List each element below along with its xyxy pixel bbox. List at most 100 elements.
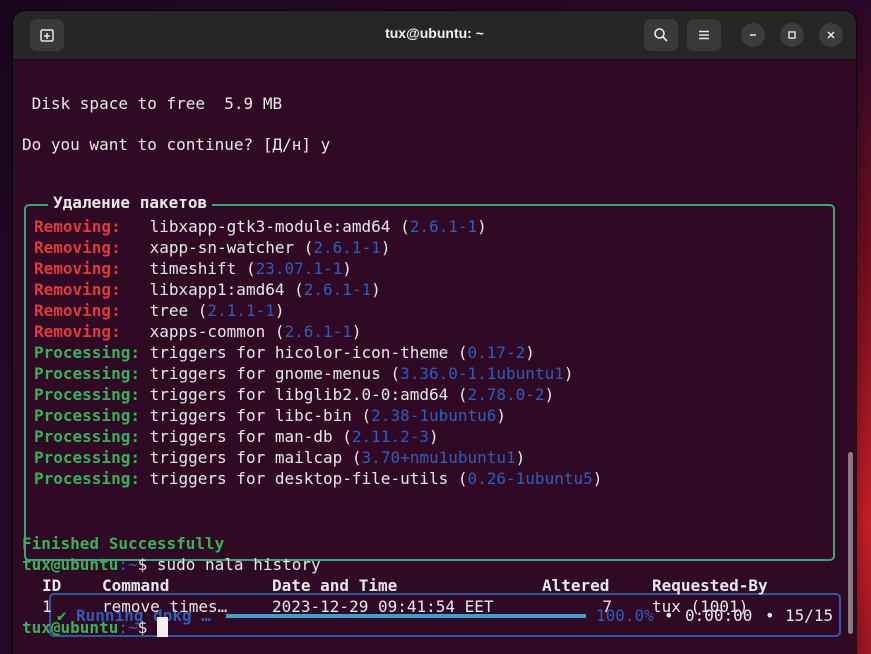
terminal-output[interactable]: Disk space to free 5.9 MB Do you want to… <box>13 60 856 654</box>
history-column-header: Altered <box>542 576 610 595</box>
package-name: xapps-common <box>149 322 266 341</box>
removal-line: Removing: xapp-sn-watcher (2.6.1-1) <box>34 238 391 257</box>
processing-label: Processing: <box>34 427 140 446</box>
removal-line: Removing: timeshift (23.07.1-1) <box>34 259 352 278</box>
package-name: desktop-file-utils <box>274 469 449 488</box>
active-prompt-line[interactable]: tux@ubuntu:~$ <box>22 617 168 638</box>
progress-count: 15/15 <box>785 606 834 625</box>
package-version: 2.11.2-3 <box>351 427 429 446</box>
prompt-symbol: $ <box>137 618 148 637</box>
history-cell: 1 <box>42 597 52 616</box>
package-version: 2.6.1-1 <box>409 217 478 236</box>
package-version: 0.17-2 <box>467 343 526 362</box>
minimize-button[interactable] <box>741 23 765 47</box>
package-name: libc-bin <box>274 406 352 425</box>
maximize-button[interactable] <box>780 23 804 47</box>
menu-button[interactable] <box>687 19 721 51</box>
processing-line: Processing: triggers for libc-bin (2.38-… <box>34 406 507 425</box>
removing-label: Removing: <box>34 238 121 257</box>
package-name: libglib2.0-0:amd64 <box>274 385 449 404</box>
package-name: libxapp1:amd64 <box>149 280 285 299</box>
package-version: 0.26-1ubuntu5 <box>467 469 593 488</box>
scrollbar[interactable] <box>848 452 853 634</box>
prompt-user: tux@ubuntu <box>22 618 119 637</box>
processing-label: Processing: <box>34 469 140 488</box>
history-cell: tux (1001) <box>652 597 749 616</box>
triggers-prefix: triggers for <box>149 364 266 383</box>
removal-line: Removing: libxapp-gtk3-module:amd64 (2.6… <box>34 217 487 236</box>
processing-label: Processing: <box>34 385 140 404</box>
removing-label: Removing: <box>34 301 121 320</box>
prompt-path: :~ <box>118 555 138 574</box>
history-column-header: ID <box>42 576 62 595</box>
package-version: 2.6.1-1 <box>303 280 372 299</box>
package-version: 2.38-1ubuntu6 <box>371 406 497 425</box>
removing-label: Removing: <box>34 322 121 341</box>
processing-line: Processing: triggers for desktop-file-ut… <box>34 469 603 488</box>
processing-label: Processing: <box>34 448 140 467</box>
processing-line: Processing: triggers for gnome-menus (3.… <box>34 364 574 383</box>
triggers-prefix: triggers for <box>149 343 266 362</box>
prompt-path: :~ <box>118 618 138 637</box>
package-version: 2.6.1-1 <box>284 322 352 341</box>
triggers-prefix: triggers for <box>149 469 266 488</box>
minimize-icon <box>750 34 756 36</box>
maximize-icon <box>788 31 796 39</box>
processing-line: Processing: triggers for man-db (2.11.2-… <box>34 427 439 446</box>
removal-line: Removing: libxapp1:amd64 (2.6.1-1) <box>34 280 381 299</box>
close-icon <box>827 31 835 39</box>
package-name: tree <box>149 301 189 320</box>
progress-sep-2: • <box>765 606 775 625</box>
finished-line: Finished Successfully <box>22 534 225 553</box>
package-name: xapp-sn-watcher <box>149 238 295 257</box>
search-button[interactable] <box>644 19 678 51</box>
search-icon <box>654 28 668 42</box>
command-text: sudo nala history <box>147 555 321 574</box>
prompt-user: tux@ubuntu <box>22 555 119 574</box>
panel-title: Удаление пакетов <box>48 193 213 212</box>
terminal-window: tux@ubuntu: ~ Disk space to free 5.9 MB … <box>13 11 856 654</box>
package-name: mailcap <box>274 448 343 467</box>
package-removal-panel: Удаление пакетов Removing: libxapp-gtk3-… <box>24 193 841 637</box>
history-cell: remove times… <box>102 597 228 616</box>
package-name: hicolor-icon-theme <box>274 343 449 362</box>
removal-line: Removing: tree (2.1.1-1) <box>34 301 285 320</box>
package-version: 3.36.0-1.1ubuntu1 <box>400 364 564 383</box>
package-version: 2.78.0-2 <box>467 385 545 404</box>
processing-line: Processing: triggers for libglib2.0-0:am… <box>34 385 555 404</box>
history-column-header: Command <box>102 576 170 595</box>
text-cursor <box>156 617 168 637</box>
processing-label: Processing: <box>34 343 140 362</box>
triggers-prefix: triggers for <box>149 427 266 446</box>
history-cell: 7 <box>602 597 612 616</box>
package-name: gnome-menus <box>274 364 381 383</box>
history-cell: 2023-12-29 09:41:54 EET <box>272 597 494 616</box>
triggers-prefix: triggers for <box>149 448 266 467</box>
package-version: 2.1.1-1 <box>207 301 275 320</box>
disk-space-line: Disk space to free 5.9 MB <box>22 94 283 113</box>
processing-label: Processing: <box>34 406 140 425</box>
package-name: libxapp-gtk3-module:amd64 <box>149 217 391 236</box>
package-name: man-db <box>274 427 333 446</box>
history-column-header: Date and Time <box>272 576 398 595</box>
removing-label: Removing: <box>34 259 121 278</box>
package-name: timeshift <box>149 259 237 278</box>
processing-label: Processing: <box>34 364 140 383</box>
removal-line: Removing: xapps-common (2.6.1-1) <box>34 322 362 341</box>
hamburger-menu-icon <box>699 30 709 40</box>
package-version: 23.07.1-1 <box>255 259 343 278</box>
confirm-line: Do you want to continue? [Д/н] y <box>22 135 331 154</box>
triggers-prefix: triggers for <box>149 406 266 425</box>
processing-line: Processing: triggers for hicolor-icon-th… <box>34 343 535 362</box>
triggers-prefix: triggers for <box>149 385 266 404</box>
package-version: 3.70+nmu1ubuntu1 <box>361 448 516 467</box>
command-prompt-line: tux@ubuntu:~$ sudo nala history <box>22 554 321 575</box>
package-version: 2.6.1-1 <box>313 238 381 257</box>
window-title: tux@ubuntu: ~ <box>385 25 484 41</box>
close-button[interactable] <box>819 23 843 47</box>
prompt-symbol: $ <box>137 555 148 574</box>
history-column-header: Requested-By <box>652 576 768 595</box>
title-bar: tux@ubuntu: ~ <box>13 11 856 60</box>
processing-line: Processing: triggers for mailcap (3.70+n… <box>34 448 526 467</box>
removing-label: Removing: <box>34 280 121 299</box>
